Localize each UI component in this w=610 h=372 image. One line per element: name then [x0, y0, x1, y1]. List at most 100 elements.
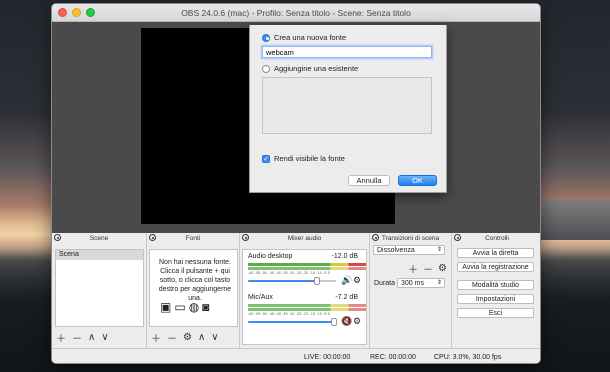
cancel-button[interactable]: Annulla	[348, 175, 390, 186]
minimize-window-button[interactable]	[72, 8, 81, 17]
rec-status: REC: 00:00:00	[370, 354, 416, 361]
dock-area: Scene Scena ＋ － ∧ ∨ Fonti Non hai nessun…	[52, 233, 540, 348]
desktop-audio-volume-knob[interactable]	[313, 277, 320, 285]
mixer-dock-title: Mixer audio	[287, 234, 322, 242]
controls-dock-title: Controlli	[485, 234, 509, 242]
mic-aux-meter	[248, 304, 366, 307]
mic-aux-label: Mic/Aux	[248, 294, 273, 301]
title-bar[interactable]: OBS 24.0.6 (mac) - Profilo: Senza titolo…	[52, 4, 540, 22]
add-existing-option[interactable]: Aggiungine una esistente	[262, 64, 358, 73]
mic-aux-volume-slider[interactable]	[248, 318, 338, 326]
transition-properties-gear-icon[interactable]: ⚙	[438, 263, 447, 274]
add-transition-button[interactable]: ＋	[408, 261, 418, 276]
stepper-icon[interactable]: ⇕	[437, 279, 442, 288]
duration-label: Durata	[374, 280, 396, 287]
desktop-audio-meter	[248, 263, 366, 266]
transition-selected-value: Dissolvenza	[377, 247, 415, 254]
add-existing-radio[interactable]	[262, 64, 270, 73]
create-source-dialog: Crea una nuova fonte Aggiungine una esis…	[249, 25, 447, 193]
speaker-icon[interactable]: 🔊	[341, 275, 352, 286]
dock-float-icon[interactable]	[54, 234, 61, 241]
duration-field[interactable]: 300 ms ⇕	[397, 278, 445, 288]
create-new-label: Crea una nuova fonte	[274, 33, 347, 42]
exit-button[interactable]: Esci	[457, 308, 534, 318]
scenes-toolbar: ＋ － ∧ ∨	[56, 330, 109, 345]
transition-select[interactable]: Dissolvenza ⇕	[373, 245, 445, 255]
source-name-input[interactable]	[262, 46, 432, 58]
mic-aux-meter-2	[248, 308, 366, 311]
dock-float-icon[interactable]	[454, 234, 461, 241]
controls-dock-header: Controlli	[452, 233, 540, 243]
desktop-audio-volume-slider[interactable]	[248, 277, 336, 285]
desktop-sea	[540, 200, 610, 240]
audio-mixer-dock: Mixer audio Audio desktop -12.0 dB -60 -…	[240, 233, 370, 348]
remove-source-button[interactable]: －	[167, 330, 177, 345]
sources-dock-header: Fonti	[147, 233, 239, 243]
sources-toolbar: ＋ － ⚙ ∧ ∨	[151, 330, 219, 345]
remove-scene-button[interactable]: －	[72, 330, 82, 345]
desktop-audio-meter-2	[248, 267, 366, 270]
camera-icon: ◙	[202, 300, 210, 314]
status-bar: LIVE: 00:00:00 REC: 00:00:00 CPU: 3.0%, …	[52, 348, 540, 363]
duration-value: 300 ms	[401, 280, 424, 287]
add-source-button[interactable]: ＋	[151, 330, 161, 345]
add-existing-label: Aggiungine una esistente	[274, 64, 359, 73]
move-source-up-button[interactable]: ∧	[198, 332, 205, 343]
window-title: OBS 24.0.6 (mac) - Profilo: Senza titolo…	[181, 8, 411, 18]
move-source-down-button[interactable]: ∨	[211, 332, 218, 343]
chevron-updown-icon: ⇕	[436, 247, 442, 253]
scenes-dock-header: Scene	[52, 233, 146, 243]
source-type-icons: ▣ ▭ ◍ ◙	[160, 300, 209, 314]
sources-list[interactable]: Non hai nessuna fonte. Clicca il pulsant…	[149, 249, 238, 327]
visible-checkbox[interactable]: ✓	[262, 154, 270, 163]
mic-aux-db: -7.2 dB	[335, 294, 358, 301]
source-properties-gear-icon[interactable]: ⚙	[183, 332, 192, 343]
scene-list-item[interactable]: Scena	[56, 250, 143, 260]
scenes-dock: Scene Scena ＋ － ∧ ∨	[52, 233, 147, 348]
display-icon: ▭	[174, 300, 186, 314]
visible-label: Rendi visibile la fonte	[274, 154, 345, 163]
create-new-radio[interactable]	[262, 33, 270, 42]
scenes-dock-title: Scene	[89, 234, 109, 242]
transitions-dock: Transizioni di scena Dissolvenza ⇕ ＋ － ⚙…	[370, 233, 452, 348]
visible-option[interactable]: ✓ Rendi visibile la fonte	[262, 154, 345, 163]
remove-transition-button[interactable]: －	[423, 261, 433, 276]
sources-empty-text: Non hai nessuna fonte. Clicca il pulsant…	[158, 259, 232, 302]
start-recording-button[interactable]: Avvia la registrazione	[457, 262, 534, 272]
create-new-option[interactable]: Crea una nuova fonte	[262, 33, 346, 42]
mic-aux-volume-knob[interactable]	[331, 318, 338, 326]
start-streaming-button[interactable]: Avvia la diretta	[457, 248, 534, 258]
cpu-status: CPU: 3.0%, 30.00 fps	[434, 354, 502, 361]
mixer-panel: Audio desktop -12.0 dB -60 -55 -50 -45 -…	[242, 249, 367, 345]
move-scene-up-button[interactable]: ∧	[88, 332, 95, 343]
settings-button[interactable]: Impostazioni	[457, 294, 534, 304]
transitions-dock-title: Transizioni di scena	[381, 234, 440, 242]
controls-dock: Controlli Avvia la diretta Avvia la regi…	[452, 233, 540, 348]
desktop-audio-label: Audio desktop	[248, 253, 293, 260]
muted-speaker-icon[interactable]: 🔇	[341, 316, 352, 327]
existing-sources-list[interactable]	[262, 77, 432, 134]
scenes-list[interactable]: Scena	[55, 249, 144, 327]
move-scene-down-button[interactable]: ∨	[101, 332, 108, 343]
transition-toolbar: ＋ － ⚙	[408, 261, 447, 276]
add-scene-button[interactable]: ＋	[56, 330, 66, 345]
obs-window: OBS 24.0.6 (mac) - Profilo: Senza titolo…	[51, 3, 541, 364]
sources-dock: Fonti Non hai nessuna fonte. Clicca il p…	[147, 233, 240, 348]
desktop-audio-gear-icon[interactable]: ⚙	[353, 275, 361, 286]
transitions-dock-header: Transizioni di scena	[370, 233, 451, 243]
close-window-button[interactable]	[58, 8, 67, 17]
zoom-window-button[interactable]	[86, 8, 95, 17]
desktop-audio-volume-fill	[248, 280, 317, 282]
dock-float-icon[interactable]	[242, 234, 249, 241]
desktop-audio-db: -12.0 dB	[331, 253, 358, 260]
live-status: LIVE: 00:00:00	[304, 354, 351, 361]
mic-aux-gear-icon[interactable]: ⚙	[353, 316, 361, 327]
mixer-dock-header: Mixer audio	[240, 233, 369, 243]
window-controls	[58, 8, 95, 17]
dock-float-icon[interactable]	[149, 234, 156, 241]
mic-aux-volume-fill	[248, 321, 335, 323]
dock-float-icon[interactable]	[372, 234, 379, 241]
sources-dock-title: Fonti	[185, 234, 201, 242]
studio-mode-button[interactable]: Modalità studio	[457, 280, 534, 290]
ok-button[interactable]: OK	[398, 175, 437, 186]
